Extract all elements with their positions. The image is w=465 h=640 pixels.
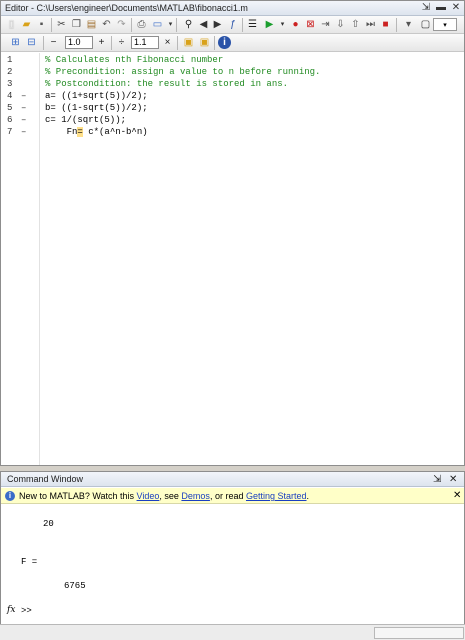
close-icon[interactable]: ✕: [449, 2, 463, 14]
code-area[interactable]: 1 % Calculates nth Fibonacci number 2 % Pre…: [1, 53, 464, 465]
line-text: % Calculates nth Fibonacci number: [45, 55, 224, 65]
code-text: c*(a^n-b^n): [82, 127, 148, 137]
output-value: 20: [43, 519, 54, 529]
function-browser-icon[interactable]: fx: [7, 605, 15, 615]
stack-dropdown-icon[interactable]: ▾: [402, 18, 415, 31]
line-number: 7: [7, 127, 13, 137]
back-icon[interactable]: ◀: [197, 18, 210, 31]
help-icon[interactable]: i: [218, 36, 231, 49]
info-bar: i New to MATLAB? Watch this Video, see D…: [1, 488, 464, 504]
breakpoint-dash[interactable]: –: [21, 90, 26, 102]
close-info-icon[interactable]: ✕: [453, 488, 461, 504]
editor-main-toolbar: ▯ ▰ ▪ ✂ ❐ ▤ ↶ ↷ ⎙ ▭ ▾ ⚲ ◀ ▶ ƒ ☰ ▶ ▾ ● ⊠ …: [1, 16, 464, 34]
line-number: 1: [7, 55, 13, 65]
line-number: 5: [7, 103, 13, 113]
new-file-icon[interactable]: ▯: [5, 18, 18, 31]
undock-icon[interactable]: ⇲: [433, 472, 441, 487]
multiply-button[interactable]: ×: [161, 36, 174, 49]
divide-button[interactable]: ÷: [115, 36, 128, 49]
line-text: b= ((1-sqrt(5))/2);: [45, 103, 148, 113]
editor-title: Editor - C:\Users\engineer\Documents\MAT…: [5, 3, 248, 13]
paste-icon[interactable]: ▤: [85, 18, 98, 31]
redo-icon[interactable]: ↷: [115, 18, 128, 31]
info-text: , or read: [209, 491, 246, 501]
cell-help-icon-1[interactable]: ▣: [182, 36, 195, 49]
breakpoint-dash[interactable]: –: [21, 114, 26, 126]
undo-icon[interactable]: ↶: [100, 18, 113, 31]
breakpoint-icon[interactable]: ●: [289, 18, 302, 31]
clear-breakpoints-icon[interactable]: ⊠: [304, 18, 317, 31]
code-text: Fn: [45, 127, 78, 137]
run-options-icon[interactable]: ▾: [276, 18, 289, 31]
output-variable: F =: [21, 557, 38, 567]
print-icon[interactable]: ⎙: [135, 18, 148, 31]
line-number: 6: [7, 115, 13, 125]
cut-icon[interactable]: ✂: [55, 18, 68, 31]
getting-started-link[interactable]: Getting Started: [246, 491, 307, 501]
window-layout-icon[interactable]: ▢: [419, 18, 432, 31]
close-icon[interactable]: ✕: [449, 472, 457, 487]
line-number: 2: [7, 67, 13, 77]
copy-icon[interactable]: ❐: [70, 18, 83, 31]
code-line[interactable]: 1 % Calculates nth Fibonacci number: [1, 54, 464, 66]
line-number: 3: [7, 79, 13, 89]
breakpoint-dash[interactable]: –: [21, 126, 26, 138]
open-page-icon[interactable]: ▭: [151, 18, 164, 31]
breakpoint-dash[interactable]: –: [21, 102, 26, 114]
find-icon[interactable]: ⚲: [182, 18, 195, 31]
function-icon[interactable]: ƒ: [226, 18, 239, 31]
code-line[interactable]: 7– Fn= c*(a^n-b^n): [1, 126, 464, 138]
increment-button[interactable]: +: [95, 36, 108, 49]
demos-link[interactable]: Demos: [181, 491, 210, 501]
minimize-icon[interactable]: ▬: [434, 2, 448, 14]
command-window-title-bar: Command Window ⇲ ✕: [1, 472, 464, 487]
output-value: 6765: [64, 581, 86, 591]
code-line[interactable]: 2 % Precondition: assign a value to n bef…: [1, 66, 464, 78]
step-out-icon[interactable]: ⇧: [349, 18, 362, 31]
status-bar: [0, 624, 465, 640]
code-line[interactable]: 3 % Postcondition: the result is stored i…: [1, 78, 464, 90]
step-in-icon[interactable]: ⇩: [334, 18, 347, 31]
line-text: c= 1/(sqrt(5));: [45, 115, 127, 125]
cell-toolbar: ⊞ ⊟ − 1.0 + ÷ 1.1 × ▣ ▣ i: [1, 34, 464, 52]
increment-value-field-1[interactable]: 1.0: [65, 36, 93, 49]
step-icon[interactable]: ⇥: [319, 18, 332, 31]
decrement-button[interactable]: −: [47, 36, 60, 49]
line-number: 4: [7, 91, 13, 101]
stack-icon[interactable]: ☰: [246, 18, 259, 31]
info-text: New to MATLAB? Watch this: [19, 491, 137, 501]
line-text: a= ((1+sqrt(5))/2);: [45, 91, 148, 101]
editor-title-bar: Editor - C:\Users\engineer\Documents\MAT…: [1, 1, 464, 16]
eval-cell-icon[interactable]: ⊟: [25, 36, 38, 49]
stop-icon[interactable]: ■: [379, 18, 392, 31]
status-field: [374, 627, 464, 639]
editor-window: Editor - C:\Users\engineer\Documents\MAT…: [0, 0, 465, 466]
increment-value-field-2[interactable]: 1.1: [131, 36, 159, 49]
code-line[interactable]: 5– b= ((1-sqrt(5))/2);: [1, 102, 464, 114]
cell-help-icon-2[interactable]: ▣: [198, 36, 211, 49]
code-line[interactable]: 6– c= 1/(sqrt(5));: [1, 114, 464, 126]
open-folder-icon[interactable]: ▰: [20, 18, 33, 31]
run-icon[interactable]: ▶: [263, 18, 276, 31]
layout-dropdown[interactable]: ▾: [433, 18, 457, 31]
forward-icon[interactable]: ▶: [211, 18, 224, 31]
line-text: Fn= c*(a^n-b^n): [45, 126, 148, 138]
command-prompt[interactable]: >>: [21, 606, 32, 616]
code-line[interactable]: 4– a= ((1+sqrt(5))/2);: [1, 90, 464, 102]
cell-icon[interactable]: ⊞: [9, 36, 22, 49]
command-window: Command Window ⇲ ✕ i New to MATLAB? Watc…: [0, 471, 465, 640]
undock-icon[interactable]: ⇲: [419, 2, 433, 14]
save-icon[interactable]: ▪: [35, 18, 48, 31]
info-icon: i: [5, 491, 15, 501]
video-link[interactable]: Video: [137, 491, 160, 501]
command-window-title: Command Window: [7, 474, 84, 484]
info-text: .: [306, 491, 310, 501]
continue-icon[interactable]: ⏭: [364, 18, 377, 31]
info-text: , see: [159, 491, 182, 501]
line-text: % Precondition: assign a value to n befo…: [45, 67, 321, 77]
line-text: % Postcondition: the result is stored in…: [45, 79, 289, 89]
